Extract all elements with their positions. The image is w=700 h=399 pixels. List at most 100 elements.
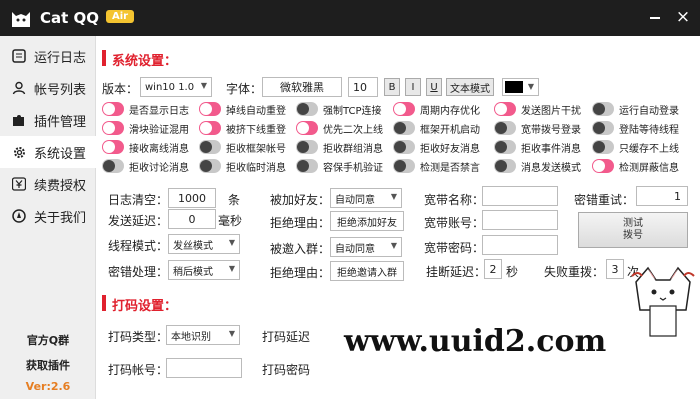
version-select[interactable]: win10 1.0 ▼: [140, 77, 212, 97]
fail-redial-input[interactable]: 3: [606, 259, 624, 279]
toggle-knob: [495, 122, 507, 134]
captcha-type-select[interactable]: 本地识别 ▼: [166, 325, 240, 345]
toggle-switch[interactable]: [199, 102, 221, 116]
toggle-option[interactable]: 拒收好友消息: [393, 138, 480, 156]
toggle-switch[interactable]: [102, 121, 124, 135]
toggle-option[interactable]: 掉线自动重登: [199, 100, 286, 118]
toggle-label: 容保手机验证: [323, 162, 383, 174]
toggle-option[interactable]: 被挤下线重登: [199, 119, 286, 137]
toggle-option[interactable]: 拒收群组消息: [296, 138, 383, 156]
toggle-switch[interactable]: [494, 121, 516, 135]
font-input[interactable]: 微软雅黑: [262, 77, 342, 97]
add-friend-select[interactable]: 自动同意 ▼: [330, 188, 402, 208]
toggle-switch[interactable]: [494, 102, 516, 116]
captcha-account-input[interactable]: [166, 358, 242, 378]
minimize-icon[interactable]: [650, 17, 660, 19]
toggle-switch[interactable]: [393, 102, 415, 116]
toggle-option[interactable]: 只缓存不上线: [592, 138, 679, 156]
toggle-option[interactable]: 拒收框架帐号: [199, 138, 286, 156]
toggle-switch[interactable]: [592, 121, 614, 135]
hangup-delay-unit: 秒: [506, 265, 519, 279]
color-swatch: [505, 81, 523, 93]
pwd-handle-select[interactable]: 稍后模式 ▼: [168, 260, 240, 280]
toggle-label: 掉线自动重登: [226, 105, 286, 117]
toggle-label: 拒收临时消息: [226, 162, 286, 174]
sidebar-item-settings[interactable]: 系统设置: [0, 136, 96, 168]
toggle-option[interactable]: 拒收临时消息: [199, 157, 286, 175]
toggle-switch[interactable]: [199, 121, 221, 135]
toggle-switch[interactable]: [199, 159, 221, 173]
toggle-switch[interactable]: [102, 102, 124, 116]
toggle-knob: [394, 103, 406, 115]
reject-reason-input[interactable]: 拒绝添加好友: [330, 211, 404, 231]
broadband-password-input[interactable]: [482, 235, 558, 255]
toggle-option[interactable]: 运行自动登录: [592, 100, 679, 118]
toggle-option[interactable]: 强制TCP连接: [296, 100, 382, 118]
toggle-switch[interactable]: [592, 102, 614, 116]
broadband-name-input[interactable]: [482, 186, 558, 206]
hangup-delay-input[interactable]: 2: [484, 259, 502, 279]
toggle-switch[interactable]: [296, 121, 318, 135]
toggle-switch[interactable]: [393, 140, 415, 154]
broadband-account-input[interactable]: [482, 210, 558, 230]
sidebar-item-run-log[interactable]: 运行日志: [0, 40, 96, 72]
get-plugins-link[interactable]: 获取插件: [0, 357, 96, 373]
toggle-option[interactable]: 消息发送模式: [494, 157, 581, 175]
toggle-switch[interactable]: [296, 140, 318, 154]
toggle-option[interactable]: 拒收事件消息: [494, 138, 581, 156]
toggle-knob: [297, 141, 309, 153]
log-clear-label: 日志清空：: [108, 193, 169, 207]
toggle-option[interactable]: 容保手机验证: [296, 157, 383, 175]
toggle-option[interactable]: 登陆等待线程: [592, 119, 679, 137]
underline-button[interactable]: U: [426, 78, 442, 96]
toggle-option[interactable]: 优先二次上线: [296, 119, 383, 137]
text-mode-button[interactable]: 文本模式: [446, 78, 494, 96]
official-group-link[interactable]: 官方Q群: [0, 332, 96, 348]
sidebar-item-accounts[interactable]: 帐号列表: [0, 72, 96, 104]
toggle-switch[interactable]: [494, 140, 516, 154]
toggle-option[interactable]: 发送图片干扰: [494, 100, 581, 118]
toggle-option[interactable]: 接收离线消息: [102, 138, 189, 156]
toggle-label: 接收离线消息: [129, 143, 189, 155]
toggle-option[interactable]: 滑块验证混用: [102, 119, 189, 137]
toggle-option[interactable]: 宽带拨号登录: [494, 119, 581, 137]
toggle-switch[interactable]: [102, 159, 124, 173]
thread-mode-select[interactable]: 发丝模式 ▼: [168, 234, 240, 254]
send-delay-input[interactable]: 0: [168, 209, 216, 229]
toggle-switch[interactable]: [494, 159, 516, 173]
italic-button[interactable]: I: [405, 78, 421, 96]
font-size-input[interactable]: 10: [348, 77, 378, 97]
chevron-down-icon: ▼: [527, 82, 534, 91]
toggle-switch[interactable]: [296, 102, 318, 116]
toggle-option[interactable]: 周期内存优化: [393, 100, 480, 118]
toggle-option[interactable]: 是否显示日志: [102, 100, 189, 118]
send-delay-unit: 毫秒: [218, 214, 243, 228]
toggle-switch[interactable]: [592, 140, 614, 154]
sidebar-item-about[interactable]: 关于我们: [0, 200, 96, 232]
pwd-retry-input[interactable]: 1: [636, 186, 688, 206]
close-icon[interactable]: ×: [672, 6, 694, 28]
log-clear-input[interactable]: 1000: [168, 188, 216, 208]
captcha-type-label: 打码类型：: [108, 330, 169, 344]
log-icon: [10, 47, 28, 65]
toggle-switch[interactable]: [102, 140, 124, 154]
reject-reason2-input[interactable]: 拒绝邀请入群: [330, 261, 404, 281]
test-dial-button[interactable]: 测试 拨号: [578, 212, 688, 248]
sidebar-item-renewal[interactable]: 续费授权: [0, 168, 96, 200]
toggle-switch[interactable]: [199, 140, 221, 154]
toggle-label: 登陆等待线程: [619, 124, 679, 136]
toggle-option[interactable]: 拒收讨论消息: [102, 157, 189, 175]
invite-group-select[interactable]: 自动同意 ▼: [330, 237, 402, 257]
bold-button[interactable]: B: [384, 78, 400, 96]
sidebar-item-plugins[interactable]: 插件管理: [0, 104, 96, 136]
color-select[interactable]: ▼: [502, 78, 539, 96]
toggle-option[interactable]: 框架开机启动: [393, 119, 480, 137]
toggle-switch[interactable]: [393, 121, 415, 135]
toggle-option[interactable]: 检测是否禁言: [393, 157, 480, 175]
hangup-delay-label: 挂断延迟：: [426, 265, 487, 279]
toggle-switch[interactable]: [393, 159, 415, 173]
toggle-knob: [495, 160, 507, 172]
toggle-switch[interactable]: [296, 159, 318, 173]
toggle-switch[interactable]: [592, 159, 614, 173]
toggle-option[interactable]: 检测屏蔽信息: [592, 157, 679, 175]
